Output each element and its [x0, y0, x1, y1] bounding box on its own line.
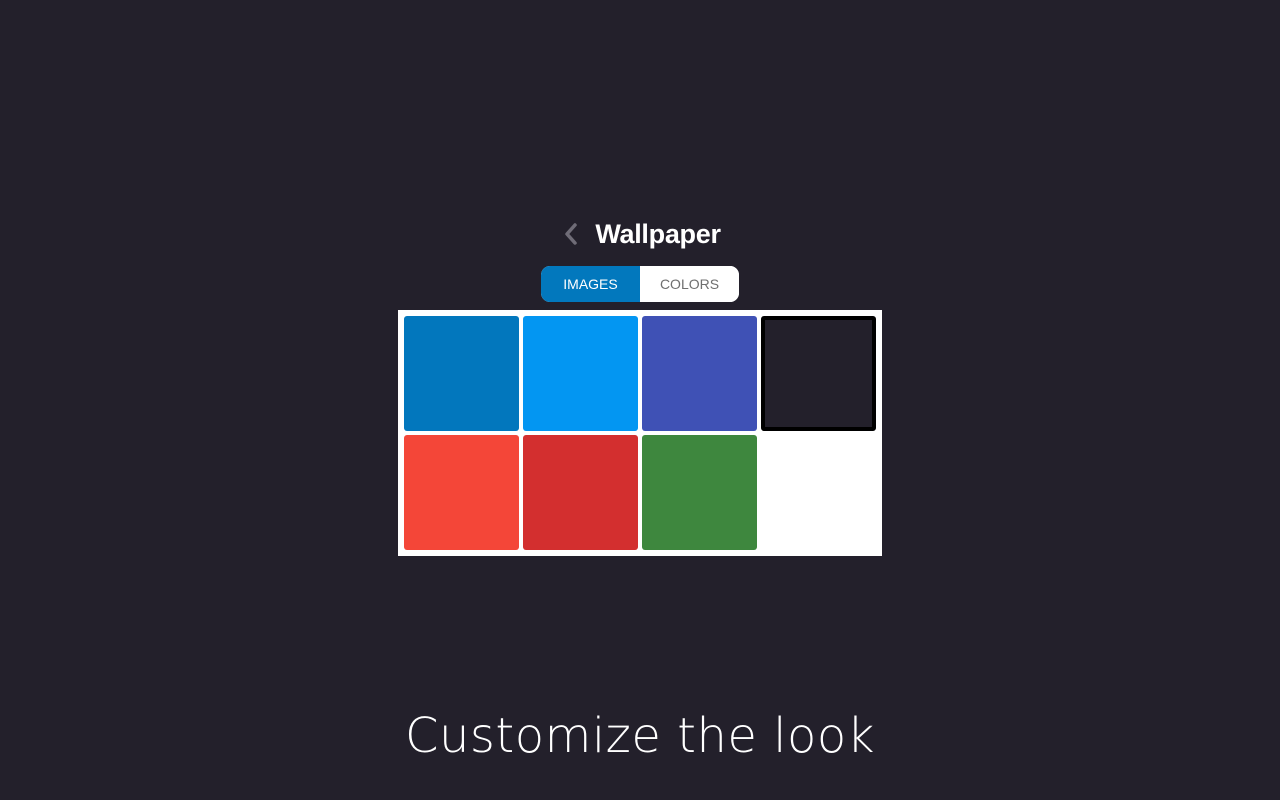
wallpaper-swatch-light-blue[interactable]	[523, 316, 638, 431]
chevron-left-icon	[565, 223, 578, 245]
wallpaper-swatch-orange-red[interactable]	[404, 435, 519, 550]
wallpaper-swatch-dark-blue[interactable]	[404, 316, 519, 431]
back-button[interactable]	[559, 219, 583, 249]
page-title: Wallpaper	[595, 218, 721, 249]
wallpaper-header: Wallpaper	[0, 215, 1280, 253]
tab-colors[interactable]: COLORS	[640, 266, 739, 302]
tab-images[interactable]: IMAGES	[541, 266, 640, 302]
caption: Customize the look	[0, 708, 1280, 764]
wallpaper-tabs: IMAGES COLORS	[541, 266, 739, 302]
wallpaper-swatch-green[interactable]	[642, 435, 757, 550]
wallpaper-grid	[398, 310, 882, 556]
wallpaper-swatch-indigo[interactable]	[642, 316, 757, 431]
wallpaper-swatch-dark[interactable]	[761, 316, 876, 431]
caption-text: Customize the look	[404, 708, 876, 764]
wallpaper-swatch-red[interactable]	[523, 435, 638, 550]
